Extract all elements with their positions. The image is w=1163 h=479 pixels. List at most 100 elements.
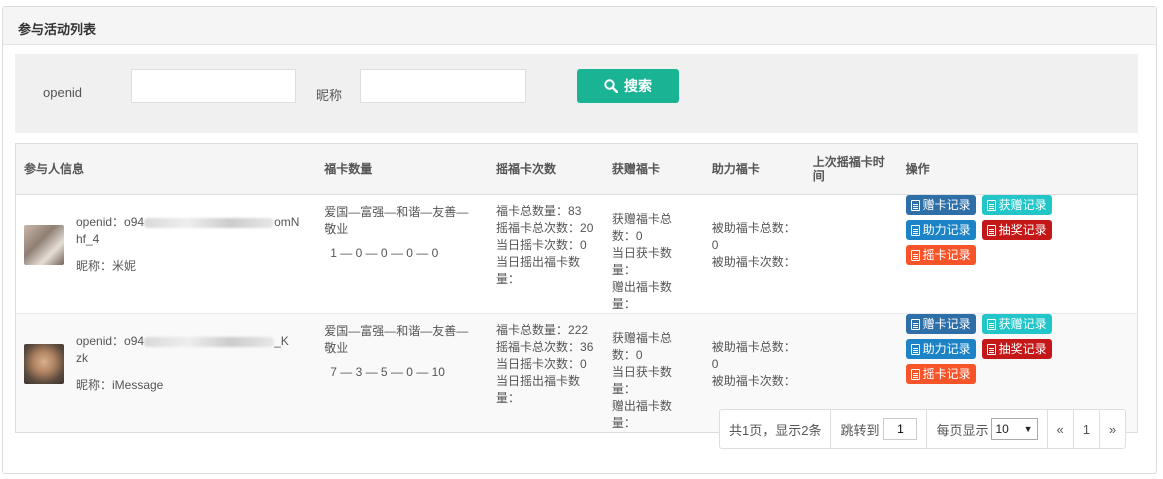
lottery-record-label: 抽奖记录 — [998, 222, 1047, 237]
openid-tail: hf_4 — [76, 232, 100, 246]
search-button-label: 搜索 — [624, 78, 652, 94]
shake-cell: 福卡总数量：83 摇福卡总次数：20 当日摇卡次数：0 当日摇出福卡数量： — [488, 194, 604, 314]
header-help: 助力福卡 — [703, 143, 805, 195]
jump-label: 跳转到 — [840, 422, 880, 438]
gift-total: 获赠福卡总数：0 — [611, 331, 672, 362]
per-page: 每页显示 10 ▼ — [927, 410, 1048, 448]
gift-cell: 获赠福卡总数：0 当日获卡数量： 赠出福卡数量： — [603, 194, 704, 314]
nickname-input[interactable] — [360, 69, 526, 103]
header-gifted: 获赠福卡 — [603, 143, 704, 195]
search-form: openid 昵称 搜索 — [15, 54, 1138, 133]
shake-count: 摇福卡总次数：20 — [496, 221, 594, 235]
header-last-shake: 上次摇福卡时间 — [804, 143, 898, 195]
avatar — [24, 344, 64, 384]
shake-record-button[interactable]: 摇卡记录 — [905, 364, 976, 384]
received-record-label: 获赠记录 — [998, 197, 1047, 212]
received-record-label: 获赠记录 — [998, 316, 1047, 331]
card-types: 爱国—富强—和谐—友善—敬业 — [324, 324, 469, 355]
give-record-label: 赠卡记录 — [922, 197, 971, 212]
header-actions: 操作 — [897, 143, 1138, 195]
card-types: 爱国—富强—和谐—友善—敬业 — [324, 205, 469, 236]
cards-cell: 爱国—富强—和谐—友善—敬业 7 — 3 — 5 — 0 — 10 — [316, 313, 489, 433]
header-shake-count: 摇福卡次数 — [488, 143, 604, 195]
cards-cell: 爱国—富强—和谐—友善—敬业 1 — 0 — 0 — 0 — 0 — [316, 194, 489, 314]
next-page-button[interactable]: » — [1100, 410, 1125, 448]
file-icon — [910, 199, 920, 211]
openid-text: openid：o94 — [76, 334, 145, 348]
openid-label: openid — [43, 85, 83, 100]
redacted-openid — [144, 336, 275, 347]
shake-today: 当日摇卡次数：0 — [496, 238, 587, 252]
give-record-button[interactable]: 赠卡记录 — [905, 195, 976, 215]
per-page-label: 每页显示 — [936, 422, 989, 438]
shake-today: 当日摇卡次数：0 — [496, 357, 587, 371]
shake-today-cards: 当日摇出福卡数量： — [496, 255, 581, 286]
participant-cell: openid：o94 omN hf_4 昵称：米妮 — [15, 194, 317, 314]
shake-record-label: 摇卡记录 — [922, 247, 971, 262]
search-icon — [604, 79, 618, 93]
pagination-summary: 共1页，显示2条 — [720, 410, 832, 448]
jump-page-input[interactable] — [883, 418, 918, 440]
gift-out: 赠出福卡数量： — [611, 399, 672, 430]
help-record-button[interactable]: 助力记录 — [905, 220, 976, 240]
gift-total: 获赠福卡总数：0 — [611, 212, 672, 243]
help-cell: 被助福卡总数：0 被助福卡次数： — [703, 194, 805, 314]
table-header-row: 参与人信息 福卡数量 摇福卡次数 获赠福卡 助力福卡 上次摇福卡时间 操作 — [15, 143, 1138, 195]
prev-page-button[interactable]: « — [1048, 410, 1074, 448]
give-record-label: 赠卡记录 — [922, 316, 971, 331]
search-button[interactable]: 搜索 — [577, 69, 679, 103]
openid-text: openid：o94 — [76, 215, 145, 229]
help-total: 被助福卡总数：0 — [711, 340, 796, 371]
help-record-button[interactable]: 助力记录 — [905, 339, 976, 359]
shake-count: 摇福卡总次数：36 — [496, 340, 594, 354]
gift-cell: 获赠福卡总数：0 当日获卡数量： 赠出福卡数量： — [603, 313, 704, 433]
avatar — [24, 225, 64, 265]
chevron-down-icon: ▼ — [1023, 424, 1033, 434]
nickname-text: 昵称：iMessage — [76, 378, 164, 392]
received-record-button[interactable]: 获赠记录 — [981, 314, 1052, 334]
pagination: 共1页，显示2条 跳转到 每页显示 10 ▼ « 1 » — [719, 409, 1127, 449]
redacted-openid — [144, 217, 275, 228]
lottery-record-button[interactable]: 抽奖记录 — [981, 339, 1052, 359]
received-record-button[interactable]: 获赠记录 — [981, 195, 1052, 215]
help-count: 被助福卡次数： — [711, 374, 796, 388]
file-icon — [910, 318, 920, 330]
per-page-select[interactable]: 10 ▼ — [990, 418, 1038, 440]
last-shake-cell — [804, 194, 898, 314]
shake-record-button[interactable]: 摇卡记录 — [905, 245, 976, 265]
file-icon — [986, 199, 996, 211]
panel-title: 参与活动列表 — [3, 7, 1156, 45]
gift-today: 当日获卡数量： — [611, 246, 672, 277]
help-record-label: 助力记录 — [922, 222, 971, 237]
openid-suffix: _K — [274, 334, 289, 348]
give-record-button[interactable]: 赠卡记录 — [905, 314, 976, 334]
card-counts: 7 — 3 — 5 — 0 — 10 — [330, 365, 445, 379]
file-icon — [986, 343, 996, 355]
per-page-value: 10 — [995, 422, 1009, 436]
header-participant: 参与人信息 — [15, 143, 317, 195]
lottery-record-button[interactable]: 抽奖记录 — [981, 220, 1052, 240]
file-icon — [910, 343, 920, 355]
lottery-record-label: 抽奖记录 — [998, 341, 1047, 356]
page-number-button[interactable]: 1 — [1074, 410, 1100, 448]
file-icon — [986, 224, 996, 236]
file-icon — [910, 224, 920, 236]
file-icon — [910, 368, 920, 380]
file-icon — [986, 318, 996, 330]
nickname-label: 昵称 — [316, 88, 343, 103]
help-record-label: 助力记录 — [922, 341, 971, 356]
participants-table: 参与人信息 福卡数量 摇福卡次数 获赠福卡 助力福卡 上次摇福卡时间 操作 op… — [15, 143, 1138, 433]
shake-today-cards: 当日摇出福卡数量： — [496, 374, 581, 405]
help-count: 被助福卡次数： — [711, 255, 796, 269]
gift-today: 当日获卡数量： — [611, 365, 672, 396]
participant-cell: openid：o94 _K zk 昵称：iMessage — [15, 313, 317, 433]
jump-to-page: 跳转到 — [831, 410, 928, 448]
shake-total: 福卡总数量：222 — [496, 323, 589, 337]
openid-suffix: omN — [274, 215, 300, 229]
openid-input[interactable] — [131, 69, 296, 103]
card-counts: 1 — 0 — 0 — 0 — 0 — [330, 246, 439, 260]
shake-cell: 福卡总数量：222 摇福卡总次数：36 当日摇卡次数：0 当日摇出福卡数量： — [488, 313, 604, 433]
shake-record-label: 摇卡记录 — [922, 366, 971, 381]
header-cards: 福卡数量 — [316, 143, 489, 195]
file-icon — [910, 249, 920, 261]
